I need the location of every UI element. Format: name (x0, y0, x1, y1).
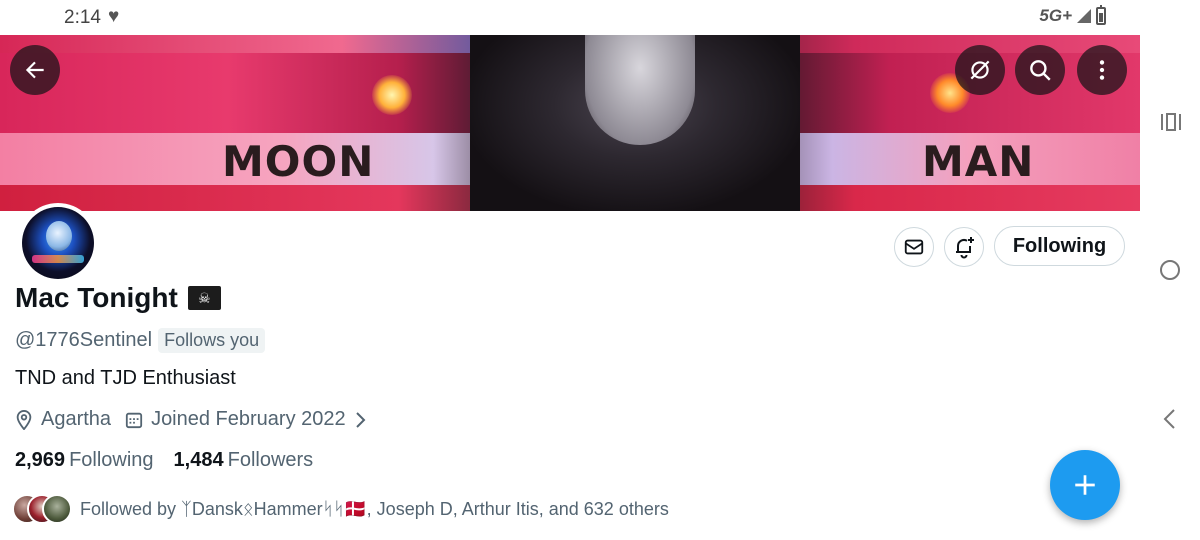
following-button[interactable]: Following (994, 226, 1125, 266)
followers-label: Followers (227, 449, 314, 471)
home-button[interactable] (1160, 260, 1180, 280)
display-name: Mac Tonight ☠ (15, 282, 221, 314)
followers-stat[interactable]: 1,484 Followers (174, 449, 314, 472)
followed-by-text: Followed by ᛉDanskᛟHammerᛋᛋ🇩🇰, Joseph D,… (80, 498, 669, 519)
signal-icon (1077, 9, 1091, 23)
plus-icon (1075, 475, 1095, 495)
follow-stats: 2,969 Following 1,484 Followers (15, 449, 313, 472)
avatar[interactable] (18, 203, 98, 283)
network-type: 5G+ (1039, 6, 1072, 25)
message-button[interactable] (894, 227, 934, 267)
location-pin-icon (16, 409, 32, 430)
pirate-flag-icon: ☠ (187, 286, 221, 310)
bio: TND and TJD Enthusiast (15, 367, 236, 389)
follower-avatars (12, 494, 72, 524)
spaces-off-icon (970, 60, 990, 80)
joined-text: Joined February 2022 (151, 408, 346, 430)
banner-word-left: MOON (222, 137, 375, 186)
following-label: Following (69, 449, 154, 471)
location: Agartha (15, 408, 111, 431)
envelope-icon (904, 239, 924, 255)
calendar-icon (125, 412, 143, 428)
following-count: 2,969 (15, 449, 66, 471)
compose-post-button[interactable] (1050, 450, 1120, 520)
chevron-left-icon (1163, 409, 1175, 429)
battery-icon (1096, 5, 1106, 25)
more-vertical-icon (1099, 60, 1105, 80)
arrow-left-icon (25, 61, 44, 79)
more-options-button[interactable] (1077, 45, 1127, 95)
heart-icon: ♥ (108, 6, 120, 27)
handle-row: @1776Sentinel Follows you (15, 328, 266, 353)
followed-by[interactable]: Followed by ᛉDanskᛟHammerᛋᛋ🇩🇰, Joseph D,… (12, 494, 669, 524)
banner-word-right: MAN (922, 137, 1035, 186)
profile-meta: Agartha Joined February 2022 (15, 408, 372, 431)
recent-apps-icon (1161, 113, 1181, 131)
status-time: 2:14 (64, 7, 101, 28)
follows-you-badge: Follows you (158, 328, 266, 353)
back-button[interactable] (10, 45, 60, 95)
search-icon (1030, 60, 1051, 81)
joined-date[interactable]: Joined February 2022 (125, 408, 366, 431)
spaces-button[interactable] (955, 45, 1005, 95)
following-stat[interactable]: 2,969 Following (15, 449, 154, 472)
location-text: Agartha (41, 408, 112, 430)
display-name-text: Mac Tonight (15, 282, 178, 313)
bell-plus-icon (956, 237, 974, 259)
status-indicators: 5G+ (1039, 5, 1106, 26)
follower-avatar (42, 494, 72, 524)
recent-apps-button[interactable] (1160, 112, 1182, 137)
handle: @1776Sentinel (15, 329, 153, 351)
system-back-button[interactable] (1162, 408, 1176, 435)
notifications-button[interactable] (944, 227, 984, 267)
chevron-right-icon (355, 411, 366, 428)
avatar-image (22, 207, 94, 279)
status-bar: 2:14 ♥ 5G+ (0, 0, 1200, 35)
search-button[interactable] (1015, 45, 1065, 95)
followers-count: 1,484 (173, 449, 224, 471)
